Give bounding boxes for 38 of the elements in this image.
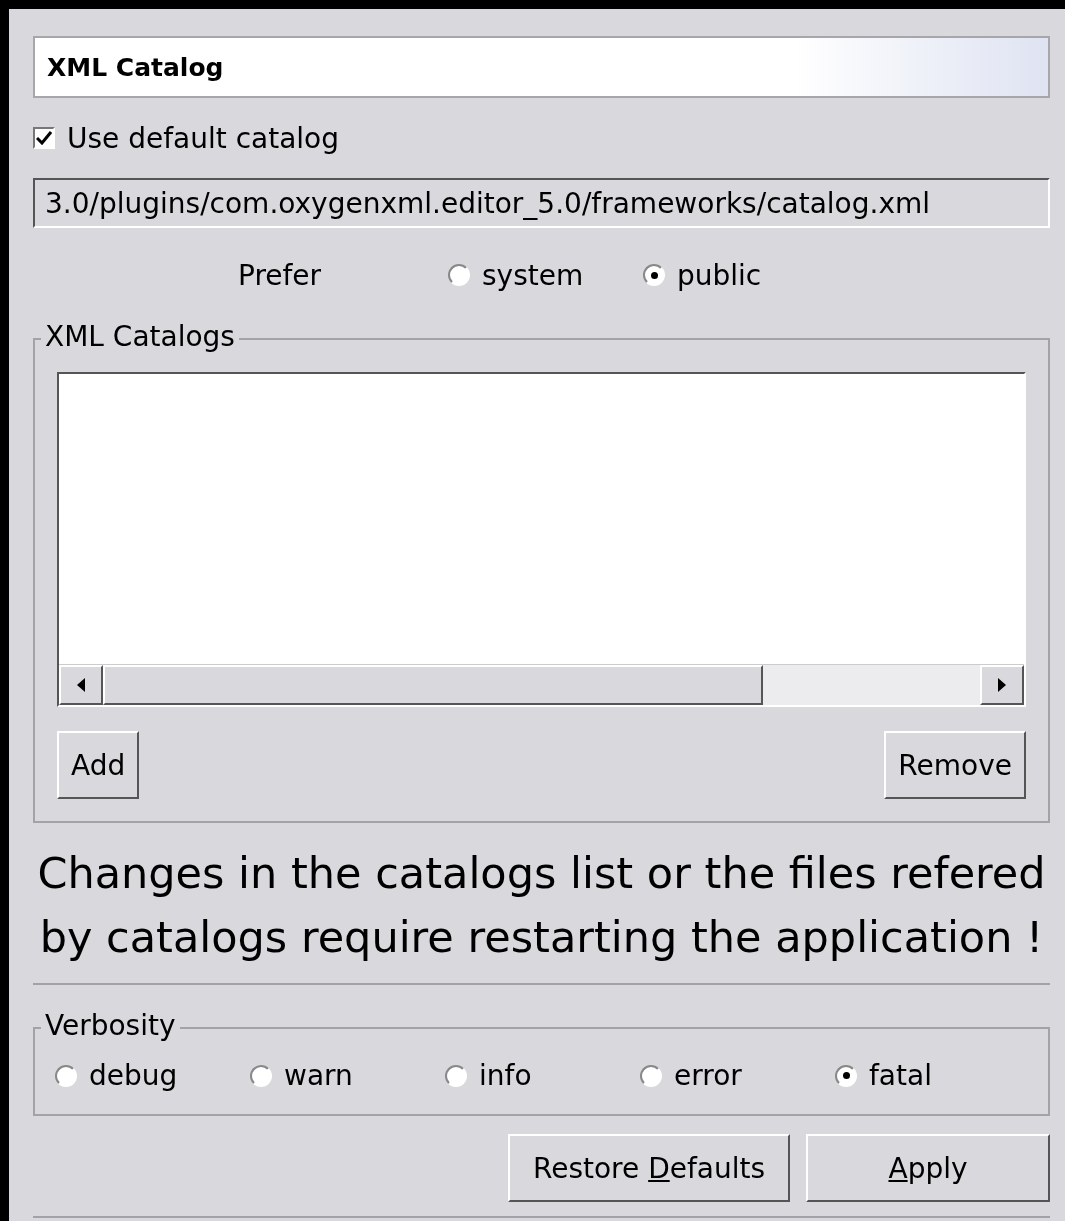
radio-label: error (674, 1059, 742, 1092)
scroll-right-button[interactable] (980, 665, 1024, 705)
restore-defaults-button[interactable]: Restore Defaults (508, 1134, 790, 1202)
radio-option[interactable]: error (640, 1059, 835, 1092)
radio-button[interactable] (643, 264, 665, 286)
radio-option[interactable]: public (643, 258, 762, 292)
remove-button[interactable]: Remove (884, 731, 1026, 799)
catalog-path-field[interactable]: 3.0/plugins/com.oxygenxml.editor_5.0/frameworks/catalog.xml (33, 178, 1050, 228)
radio-button[interactable] (640, 1064, 662, 1087)
radio-label: public (677, 258, 762, 292)
right-arrow-icon (998, 678, 1006, 692)
page-title: XML Catalog (33, 36, 1050, 98)
radio-button[interactable] (448, 264, 470, 286)
checkbox[interactable] (33, 127, 55, 149)
radio-label: system (482, 258, 584, 292)
scroll-left-button[interactable] (59, 665, 103, 705)
radio-option[interactable]: warn (250, 1059, 445, 1092)
prefer-label: Prefer (238, 258, 323, 292)
left-arrow-icon (77, 678, 85, 692)
radio-button[interactable] (250, 1064, 272, 1087)
radio-button[interactable] (55, 1064, 77, 1087)
scroll-thumb[interactable] (103, 665, 763, 705)
radio-button[interactable] (835, 1064, 857, 1087)
radio-option[interactable]: debug (55, 1059, 250, 1092)
radio-button[interactable] (445, 1064, 467, 1087)
radio-label: info (479, 1059, 532, 1092)
notice-text: Changes in the catalogs list or the files refered by catalogs require restarting the application ! (36, 847, 1047, 964)
add-button[interactable]: Add (57, 731, 140, 799)
radio-label: warn (284, 1059, 353, 1092)
radio-option[interactable]: system (448, 258, 643, 292)
radio-label: debug (89, 1059, 178, 1092)
radio-option[interactable]: fatal (835, 1059, 975, 1092)
radio-label: fatal (869, 1059, 932, 1092)
radio-option[interactable]: info (445, 1059, 640, 1092)
checkbox-label: Use default catalog (67, 121, 339, 155)
apply-button[interactable]: Apply (806, 1134, 1050, 1202)
check-icon (36, 131, 52, 145)
horizontal-scrollbar[interactable] (59, 664, 1024, 705)
